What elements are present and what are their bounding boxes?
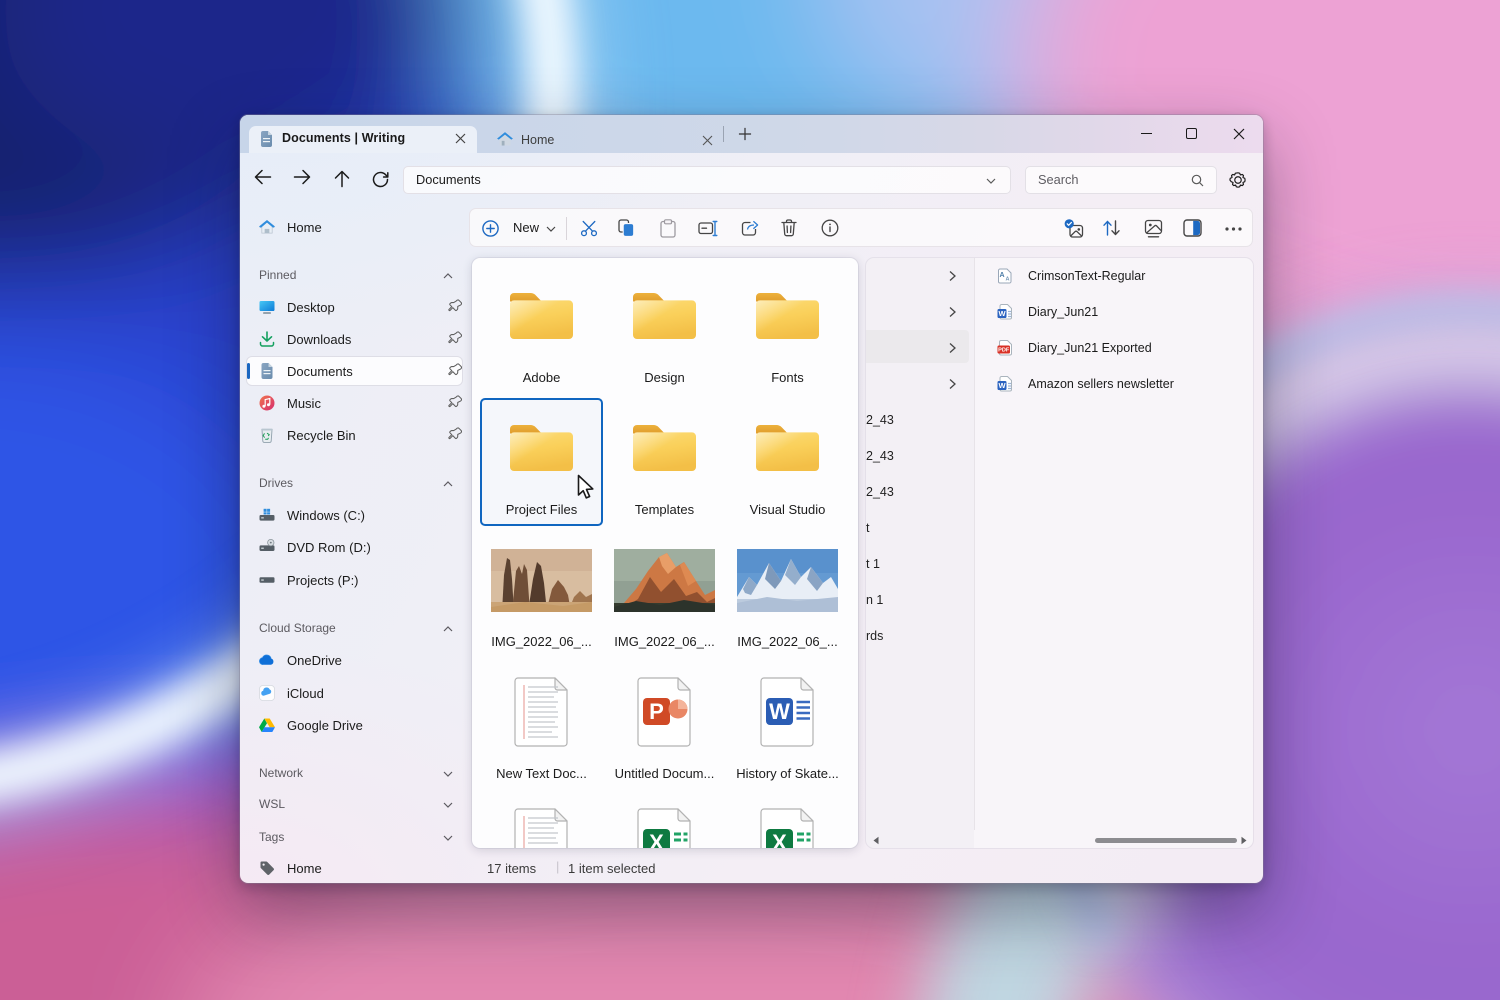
svg-text:A: A xyxy=(1006,277,1010,283)
svg-text:W: W xyxy=(998,309,1006,318)
svg-text:A: A xyxy=(999,272,1004,279)
svg-text:W: W xyxy=(769,699,790,724)
svg-text:P: P xyxy=(649,699,664,724)
svg-text:X: X xyxy=(649,830,664,848)
svg-text:PDF: PDF xyxy=(998,348,1010,354)
svg-text:W: W xyxy=(998,381,1006,390)
svg-text:X: X xyxy=(772,830,787,848)
